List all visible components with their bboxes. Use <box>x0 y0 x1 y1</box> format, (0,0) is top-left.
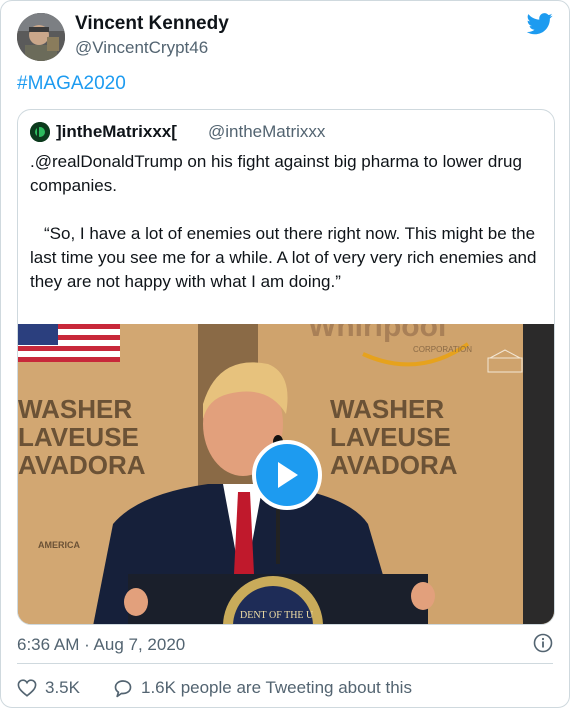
seal-text: DENT OF THE U <box>240 610 314 621</box>
sign-right-2: LAVEUSE <box>330 422 451 452</box>
tweet-timestamp[interactable]: 6:36 AM · Aug 7, 2020 <box>17 635 185 655</box>
sign-right-3: AVADORA <box>330 450 458 480</box>
heart-outline-icon <box>17 679 37 697</box>
sign-right-1: WASHER <box>330 394 444 424</box>
quoted-tweet-text: .@realDonaldTrump on his fight against b… <box>30 150 550 294</box>
sign-left-2: LAVEUSE <box>18 422 139 452</box>
quoted-tweet[interactable]: ]intheMatrixxx[ @intheMatrixxx .@realDon… <box>17 109 555 625</box>
footer-divider <box>17 663 553 664</box>
hashtag-link[interactable]: #MAGA2020 <box>17 73 126 95</box>
conversation-button[interactable]: 1.6K people are Tweeting about this <box>113 677 412 699</box>
sign-left-1: WASHER <box>18 394 132 424</box>
tweet-card: Vincent Kennedy @VincentCrypt46 #MAGA202… <box>0 0 570 708</box>
author-avatar[interactable] <box>17 13 65 61</box>
quoted-author-handle: @intheMatrixxx <box>208 122 326 141</box>
video-play-button[interactable] <box>252 440 322 510</box>
quoted-author-name: ]intheMatrixxx[ <box>56 122 177 141</box>
quoted-text-intro: .@realDonaldTrump on his fight against b… <box>30 152 522 195</box>
like-count: 3.5K <box>45 678 80 697</box>
sign-left-3: AVADORA <box>18 450 146 480</box>
play-icon <box>278 462 298 488</box>
author-handle[interactable]: @VincentCrypt46 <box>75 38 208 58</box>
like-button[interactable]: 3.5K <box>17 677 80 699</box>
quoted-text-quote: “So, I have a lot of enemies out there r… <box>30 224 537 291</box>
author-name[interactable]: Vincent Kennedy <box>75 13 229 35</box>
brand-logo-text: Whirlpool <box>308 324 446 343</box>
speech-bubble-icon <box>114 679 132 697</box>
brand-corp-text: CORPORATION <box>413 345 472 354</box>
conversation-text: 1.6K people are Tweeting about this <box>141 678 412 697</box>
video-thumbnail[interactable]: Whirlpool CORPORATION WASHER LAVEUSE AVA… <box>18 324 554 624</box>
info-icon[interactable] <box>533 633 553 653</box>
twitter-bird-icon[interactable] <box>527 13 553 35</box>
quoted-author-avatar <box>30 122 50 142</box>
america-text: AMERICA <box>38 540 80 550</box>
